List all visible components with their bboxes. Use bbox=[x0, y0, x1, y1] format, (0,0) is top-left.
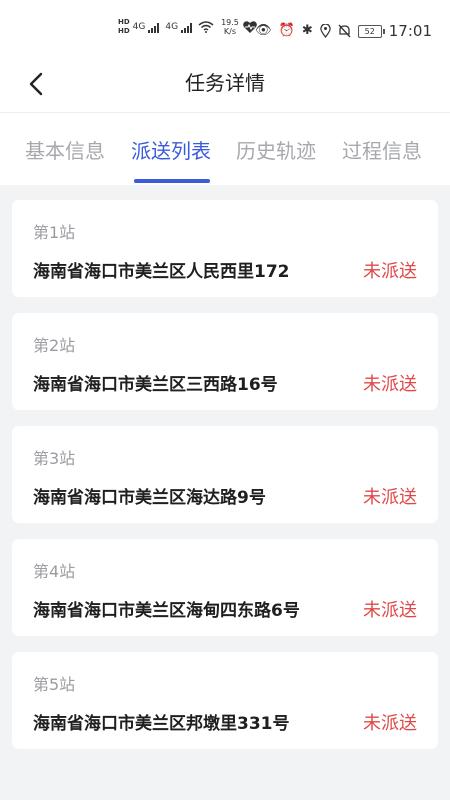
station-number: 第2站 bbox=[33, 336, 76, 355]
station-number: 第4站 bbox=[33, 562, 76, 581]
station-card[interactable]: 第5站 海南省海口市美兰区邦墩里331号 未派送 bbox=[12, 652, 438, 749]
tab-bar: 基本信息 派送列表 历史轨迹 过程信息 bbox=[0, 112, 450, 185]
status-bar-left: HD HD 4G 4G 19.5 K/s bbox=[118, 18, 258, 36]
network-type-2: 4G bbox=[165, 22, 179, 32]
network-type-1: 4G bbox=[132, 22, 146, 32]
location-icon bbox=[319, 24, 331, 38]
delivery-status: 未派送 bbox=[363, 487, 417, 508]
delivery-status: 未派送 bbox=[363, 600, 417, 621]
delivery-status: 未派送 bbox=[363, 261, 417, 282]
hd-indicator: HD HD bbox=[118, 18, 130, 35]
station-address: 海南省海口市美兰区海甸四东路6号 bbox=[33, 601, 300, 621]
tab-process-info[interactable]: 过程信息 bbox=[342, 135, 422, 164]
wifi-icon bbox=[198, 21, 214, 33]
station-address: 海南省海口市美兰区三西路16号 bbox=[33, 375, 278, 395]
clock-time: 17:01 bbox=[388, 22, 432, 40]
station-card[interactable]: 第2站 海南省海口市美兰区三西路16号 未派送 bbox=[12, 313, 438, 410]
bluetooth-icon: ✱ bbox=[301, 23, 313, 38]
station-address: 海南省海口市美兰区人民西里172 bbox=[33, 262, 290, 282]
eye-icon: 👁 bbox=[255, 23, 272, 38]
status-bar: HD HD 4G 4G 19.5 K/s 👁 ⏰ ✱ 52 17:01 bbox=[0, 0, 450, 58]
station-number: 第1站 bbox=[33, 223, 76, 242]
tab-delivery-list[interactable]: 派送列表 bbox=[131, 135, 211, 164]
station-list: 第1站 海南省海口市美兰区人民西里172 未派送 第2站 海南省海口市美兰区三西… bbox=[12, 200, 438, 765]
network-speed: 19.5 K/s bbox=[221, 18, 239, 36]
station-card[interactable]: 第4站 海南省海口市美兰区海甸四东路6号 未派送 bbox=[12, 539, 438, 636]
signal-icon bbox=[181, 23, 193, 33]
alarm-icon: ⏰ bbox=[278, 23, 295, 38]
battery-icon: 52 bbox=[357, 24, 385, 38]
station-address: 海南省海口市美兰区海达路9号 bbox=[33, 488, 266, 508]
app-header: 任务详情 bbox=[0, 58, 450, 112]
tab-history-track[interactable]: 历史轨迹 bbox=[236, 135, 316, 164]
signal-icon bbox=[148, 23, 160, 33]
status-bar-right: 👁 ⏰ ✱ 52 17:01 bbox=[255, 22, 432, 40]
station-card[interactable]: 第1站 海南省海口市美兰区人民西里172 未派送 bbox=[12, 200, 438, 297]
page-title: 任务详情 bbox=[185, 71, 265, 95]
station-number: 第3站 bbox=[33, 449, 76, 468]
station-address: 海南省海口市美兰区邦墩里331号 bbox=[33, 714, 290, 734]
mute-bell-icon bbox=[338, 24, 351, 38]
delivery-status: 未派送 bbox=[363, 374, 417, 395]
station-number: 第5站 bbox=[33, 675, 76, 694]
station-card[interactable]: 第3站 海南省海口市美兰区海达路9号 未派送 bbox=[12, 426, 438, 523]
tab-basic-info[interactable]: 基本信息 bbox=[25, 135, 105, 164]
delivery-status: 未派送 bbox=[363, 713, 417, 734]
active-tab-indicator bbox=[134, 179, 210, 183]
